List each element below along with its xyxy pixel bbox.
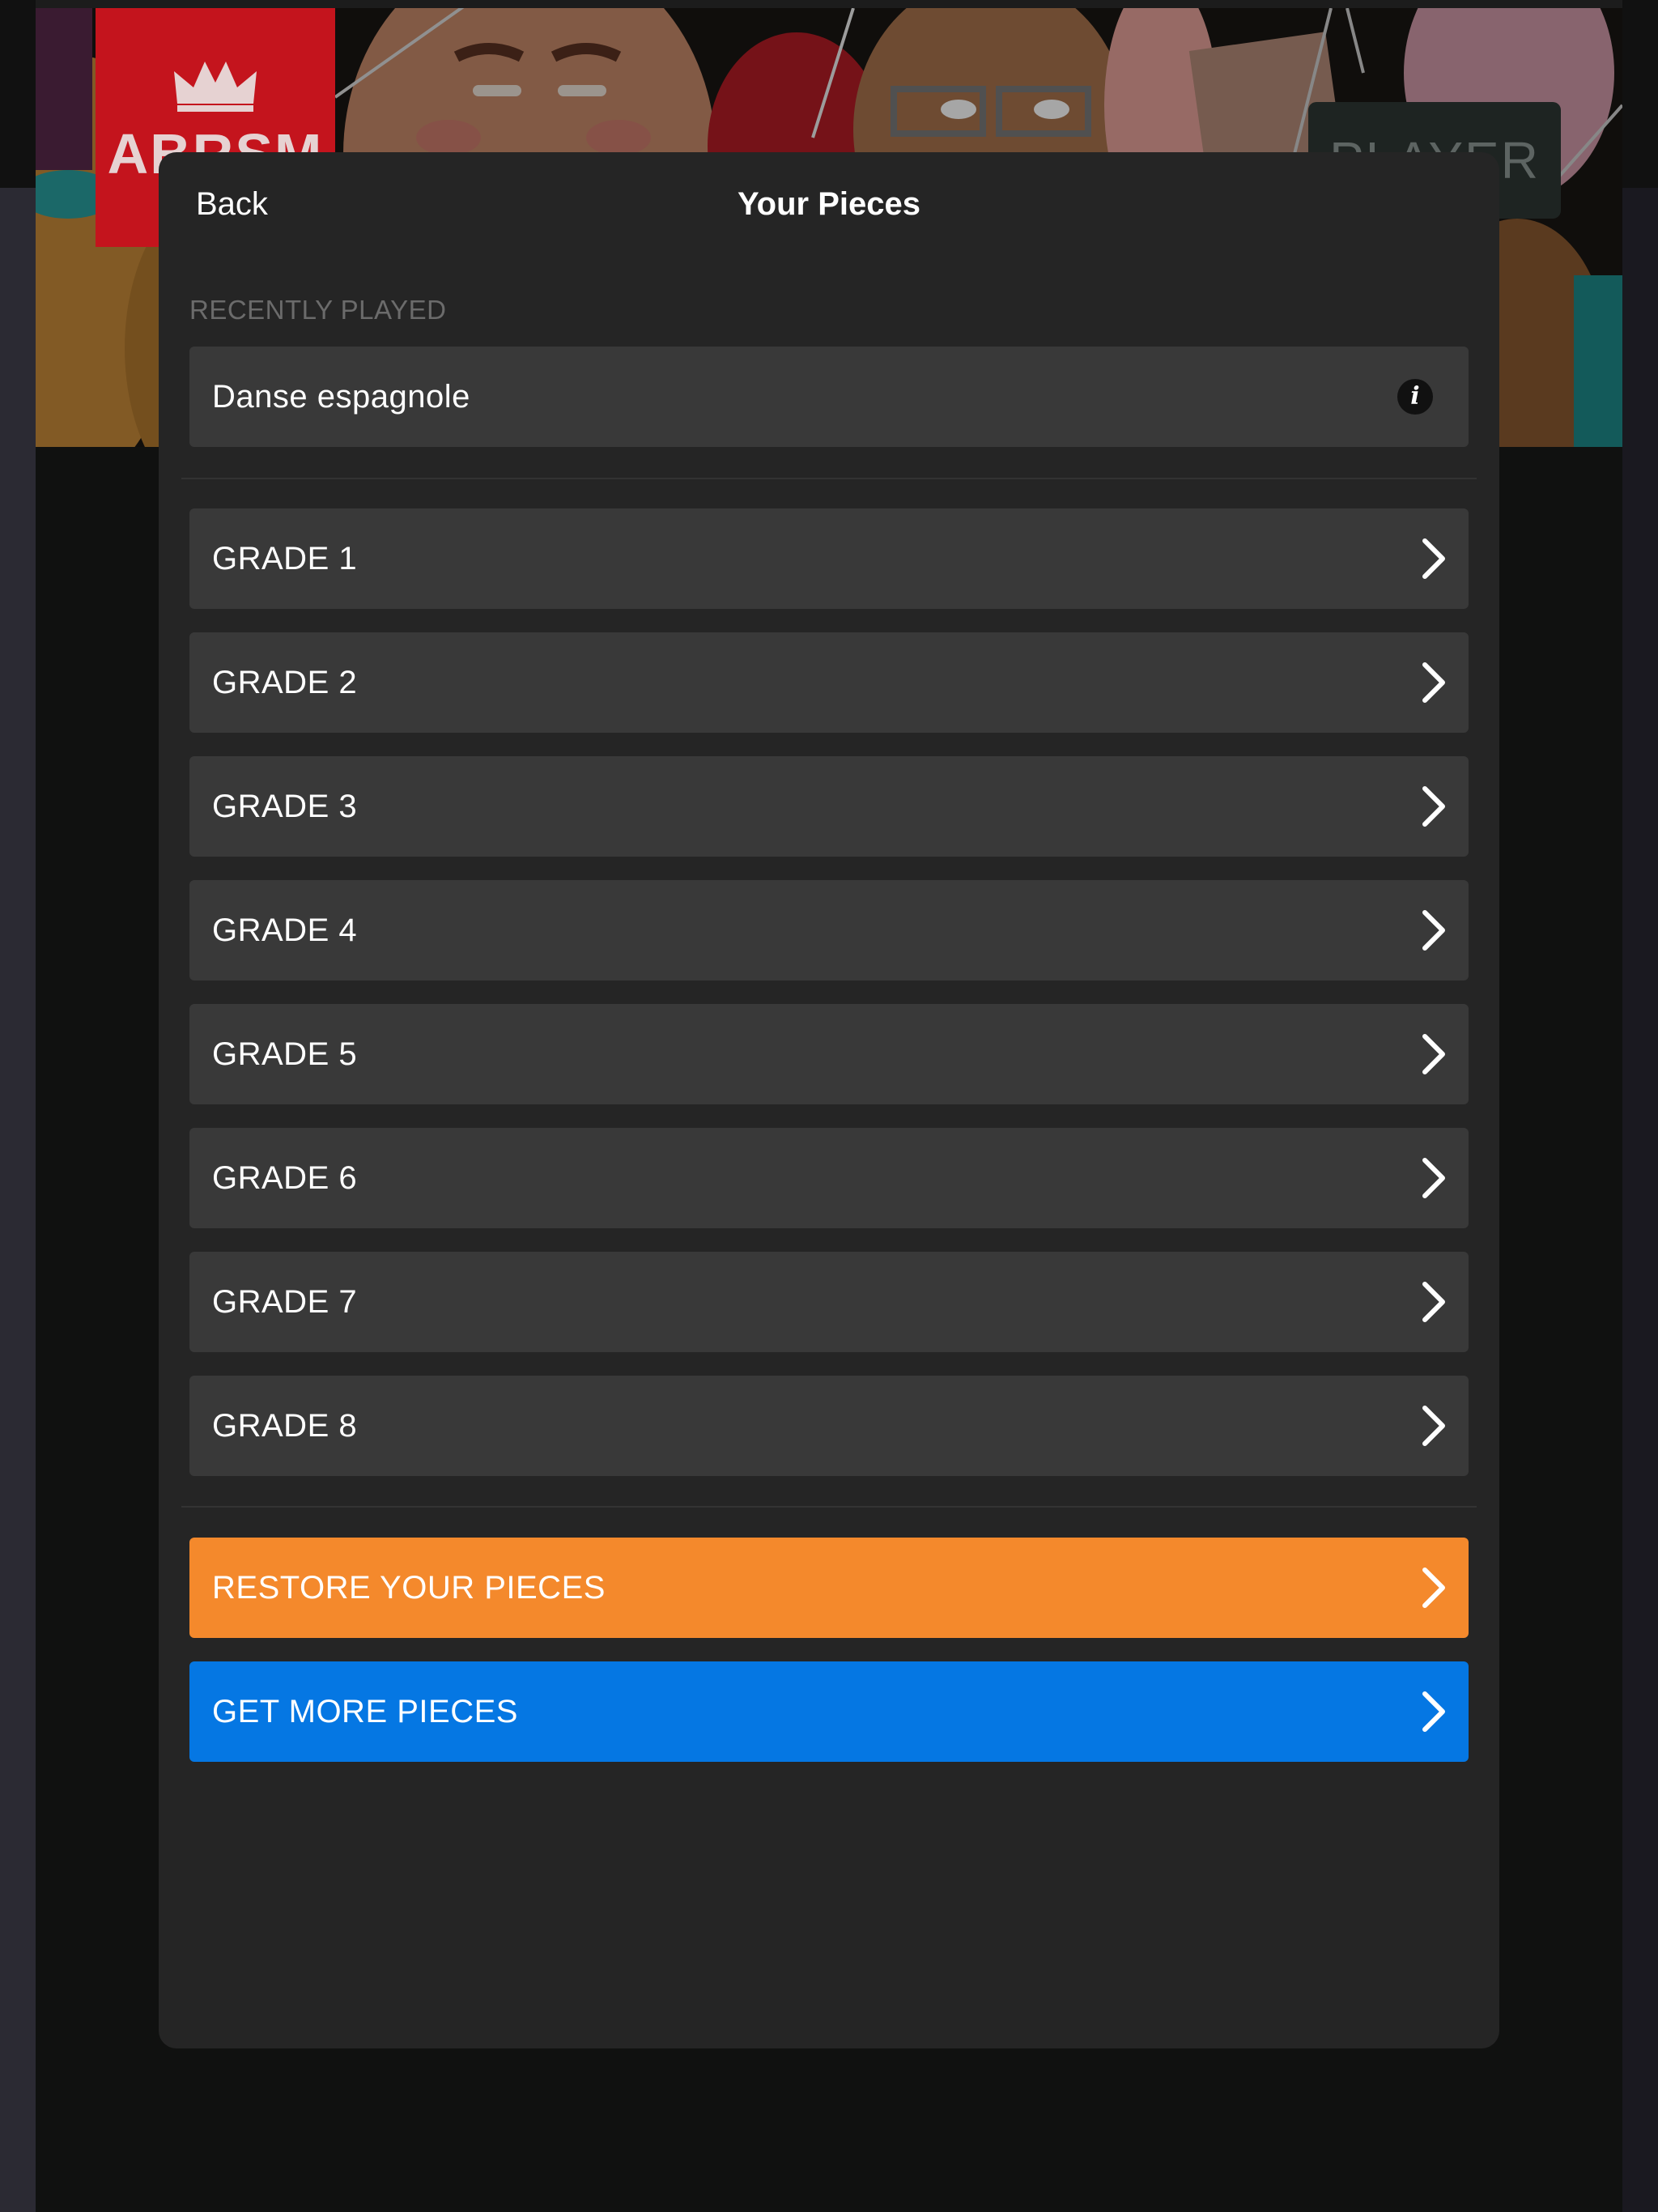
recent-piece-row[interactable]: Danse espagnole i bbox=[189, 347, 1469, 447]
get-more-pieces-button[interactable]: GET MORE PIECES bbox=[189, 1661, 1469, 1762]
grade-row-1[interactable]: GRADE 1 bbox=[189, 508, 1469, 609]
restore-pieces-button[interactable]: RESTORE YOUR PIECES bbox=[189, 1538, 1469, 1638]
chevron-right-icon bbox=[1422, 1691, 1445, 1732]
grade-row-3[interactable]: GRADE 3 bbox=[189, 756, 1469, 857]
status-strip bbox=[0, 0, 1658, 8]
recently-played-label: RECENTLY PLAYED bbox=[189, 295, 447, 325]
grade-row-8[interactable]: GRADE 8 bbox=[189, 1376, 1469, 1476]
chevron-right-icon bbox=[1422, 1158, 1445, 1198]
chevron-right-icon bbox=[1422, 910, 1445, 951]
grade-row-6[interactable]: GRADE 6 bbox=[189, 1128, 1469, 1228]
modal-title: Your Pieces bbox=[737, 186, 921, 222]
grade-label: GRADE 8 bbox=[212, 1407, 358, 1444]
recent-piece-label: Danse espagnole bbox=[212, 378, 470, 415]
chevron-right-icon bbox=[1422, 1034, 1445, 1074]
grade-label: GRADE 7 bbox=[212, 1283, 358, 1320]
section-divider bbox=[181, 1506, 1477, 1508]
your-pieces-modal: Back Your Pieces RECENTLY PLAYED Danse e… bbox=[159, 152, 1499, 2048]
section-divider bbox=[181, 478, 1477, 479]
grade-label: GRADE 4 bbox=[212, 912, 358, 948]
right-edge bbox=[1622, 0, 1658, 2212]
grade-row-4[interactable]: GRADE 4 bbox=[189, 880, 1469, 981]
get-more-pieces-label: GET MORE PIECES bbox=[212, 1693, 518, 1729]
chevron-right-icon bbox=[1422, 538, 1445, 579]
grade-label: GRADE 6 bbox=[212, 1159, 358, 1196]
grade-label: GRADE 3 bbox=[212, 788, 358, 824]
info-icon[interactable]: i bbox=[1397, 379, 1433, 415]
chevron-right-icon bbox=[1422, 786, 1445, 827]
grade-row-7[interactable]: GRADE 7 bbox=[189, 1252, 1469, 1352]
crown-icon bbox=[174, 62, 257, 112]
grade-label: GRADE 2 bbox=[212, 664, 358, 700]
grade-label: GRADE 1 bbox=[212, 540, 358, 576]
chevron-right-icon bbox=[1422, 1282, 1445, 1322]
chevron-right-icon bbox=[1422, 1568, 1445, 1608]
chevron-right-icon bbox=[1422, 662, 1445, 703]
grade-label: GRADE 5 bbox=[212, 1036, 358, 1072]
grade-row-2[interactable]: GRADE 2 bbox=[189, 632, 1469, 733]
restore-pieces-label: RESTORE YOUR PIECES bbox=[212, 1569, 606, 1606]
grade-row-5[interactable]: GRADE 5 bbox=[189, 1004, 1469, 1104]
left-edge bbox=[0, 0, 36, 2212]
chevron-right-icon bbox=[1422, 1406, 1445, 1446]
